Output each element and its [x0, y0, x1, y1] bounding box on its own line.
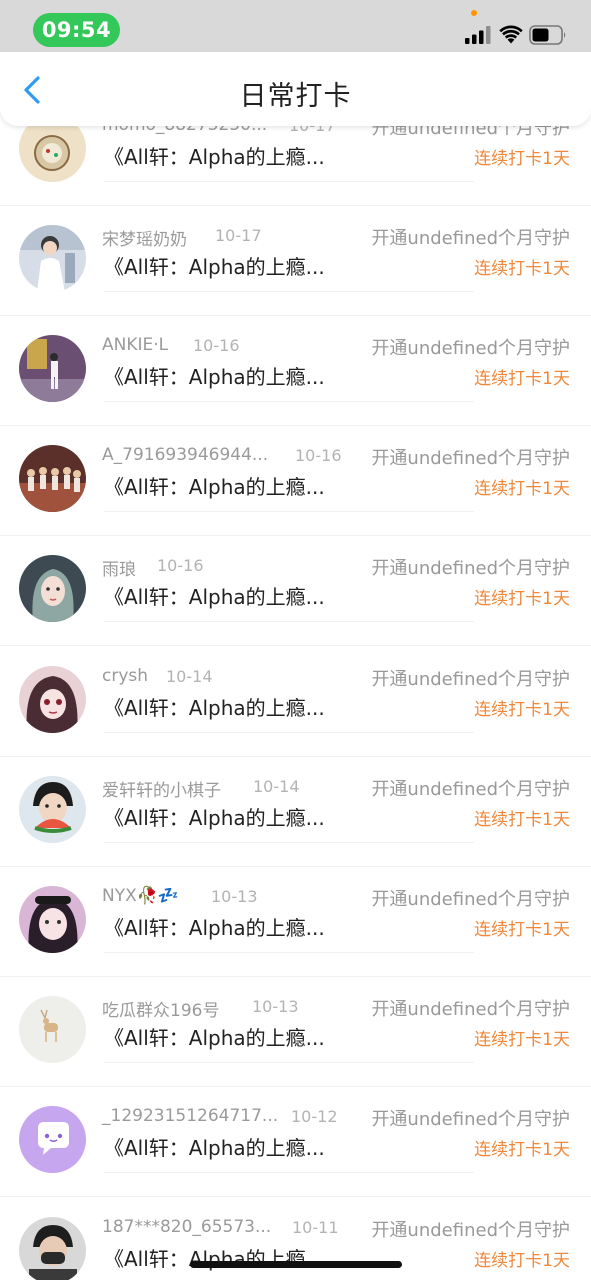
user-name: crysh: [102, 666, 149, 686]
list-item[interactable]: crysh 10-14 开通undefined个月守护《All轩：Alpha的上瘾.…: [0, 647, 591, 757]
user-name: 187***820_65573...: [102, 1217, 272, 1237]
post-date: 10-17: [215, 226, 262, 245]
list-item[interactable]: 宋梦瑶奶奶 10-17 开通undefined个月守护《All轩：Alpha的上瘾.…: [0, 206, 591, 316]
nav-header: 日常打卡: [0, 52, 591, 126]
battery-icon: [529, 25, 566, 45]
row-divider: [104, 621, 474, 622]
streak-badge: 连续打卡1天: [474, 589, 570, 609]
row-divider: [104, 291, 474, 292]
avatar[interactable]: [19, 1106, 86, 1173]
list-item[interactable]: 爱轩轩的小棋子 10-14 开通undefined个月守护《All轩：Alpha的上…: [0, 757, 591, 867]
book-title[interactable]: 《All轩：Alpha的上瘾...: [104, 1132, 325, 1161]
streak-badge: 连续打卡1天: [474, 259, 570, 279]
book-title[interactable]: 《All轩：Alpha的上瘾...: [104, 471, 325, 500]
streak-badge: 连续打卡1天: [474, 700, 570, 720]
screen: 09:54 momo_88273250...10-17开通undefined个月…: [0, 0, 591, 1280]
streak-badge: 连续打卡1天: [474, 1030, 570, 1050]
streak-badge: 连续打卡1天: [474, 1251, 570, 1271]
user-name: NYX🥀💤: [102, 886, 180, 906]
user-name: 爱轩轩的小棋子: [102, 781, 221, 801]
avatar[interactable]: [19, 1217, 86, 1280]
post-date: 10-16: [295, 446, 342, 465]
post-date: 10-16: [157, 556, 204, 575]
guard-status: 开通undefined个月守护: [371, 228, 570, 249]
book-title[interactable]: 《All轩：Alpha的上瘾...: [104, 581, 325, 610]
row-divider: [104, 732, 474, 733]
home-indicator[interactable]: [190, 1261, 402, 1268]
post-date: 10-14: [166, 667, 213, 686]
row-divider: [104, 511, 474, 512]
page-title: 日常打卡: [239, 81, 352, 112]
book-title[interactable]: 《All轩：Alpha的上瘾...: [104, 141, 325, 170]
guard-status: 开通undefined个月守护: [371, 779, 570, 800]
user-name: A_791693946944...: [102, 445, 269, 465]
avatar[interactable]: [19, 886, 86, 953]
avatar[interactable]: [19, 776, 86, 843]
guard-status: 开通undefined个月守护: [371, 889, 570, 910]
list-item[interactable]: NYX🥀💤 10-13 开通undefined个月守护《All轩：Alpha的上瘾.…: [0, 867, 591, 977]
post-date: 10-11: [292, 1218, 339, 1237]
avatar[interactable]: [19, 666, 86, 733]
post-date: 10-13: [211, 887, 258, 906]
status-time: 09:54: [33, 13, 120, 47]
status-bar: 09:54: [0, 0, 591, 52]
book-title[interactable]: 《All轩：Alpha的上瘾...: [104, 251, 325, 280]
streak-badge: 连续打卡1天: [474, 920, 570, 940]
streak-badge: 连续打卡1天: [474, 149, 570, 169]
user-name: 吃瓜群众196号: [102, 1001, 220, 1021]
guard-status: 开通undefined个月守护: [371, 669, 570, 690]
post-date: 10-13: [252, 997, 299, 1016]
avatar[interactable]: [19, 335, 86, 402]
list-item[interactable]: A_791693946944... 10-16 开通undefined个月守护《Al…: [0, 426, 591, 536]
avatar[interactable]: [19, 225, 86, 292]
book-title[interactable]: 《All轩：Alpha的上瘾...: [104, 692, 325, 721]
guard-status: 开通undefined个月守护: [371, 999, 570, 1020]
post-date: 10-14: [253, 777, 300, 796]
user-name: ANKIE·L: [102, 335, 169, 355]
streak-badge: 连续打卡1天: [474, 479, 570, 499]
avatar[interactable]: [19, 555, 86, 622]
book-title[interactable]: 《All轩：Alpha的上瘾...: [104, 912, 325, 941]
signal-icon: [465, 26, 491, 44]
guard-status: 开通undefined个月守护: [371, 1109, 570, 1130]
row-divider: [104, 401, 474, 402]
row-divider: [104, 952, 474, 953]
user-name: 雨琅: [102, 560, 136, 580]
wifi-icon: [499, 25, 523, 44]
list-item[interactable]: ANKIE·L 10-16 开通undefined个月守护《All轩：Alpha的上…: [0, 316, 591, 426]
book-title[interactable]: 《All轩：Alpha的上瘾...: [104, 1022, 325, 1051]
post-date: 10-16: [193, 336, 240, 355]
guard-status: 开通undefined个月守护: [371, 1220, 570, 1241]
list-item[interactable]: 雨琅 10-16 开通undefined个月守护《All轩：Alpha的上瘾... 连…: [0, 536, 591, 646]
streak-badge: 连续打卡1天: [474, 810, 570, 830]
row-divider: [104, 1172, 474, 1173]
row-divider: [104, 842, 474, 843]
guard-status: 开通undefined个月守护: [371, 338, 570, 359]
book-title[interactable]: 《All轩：Alpha的上瘾...: [104, 802, 325, 831]
row-divider: [104, 181, 474, 182]
streak-badge: 连续打卡1天: [474, 1140, 570, 1160]
user-name: _12923151264717...: [102, 1106, 279, 1126]
user-name: 宋梦瑶奶奶: [102, 230, 187, 250]
list-item[interactable]: _12923151264717... 10-12 开通undefined个月守护《A…: [0, 1087, 591, 1197]
post-date: 10-12: [291, 1107, 338, 1126]
avatar[interactable]: [19, 996, 86, 1063]
list-item[interactable]: 吃瓜群众196号 10-13 开通undefined个月守护《All轩：Alpha的…: [0, 977, 591, 1087]
row-divider: [104, 1062, 474, 1063]
guard-status: 开通undefined个月守护: [371, 448, 570, 469]
avatar[interactable]: [19, 445, 86, 512]
book-title[interactable]: 《All轩：Alpha的上瘾...: [104, 361, 325, 390]
streak-badge: 连续打卡1天: [474, 369, 570, 389]
guard-status: 开通undefined个月守护: [371, 558, 570, 579]
privacy-indicator-dot: [471, 10, 477, 16]
